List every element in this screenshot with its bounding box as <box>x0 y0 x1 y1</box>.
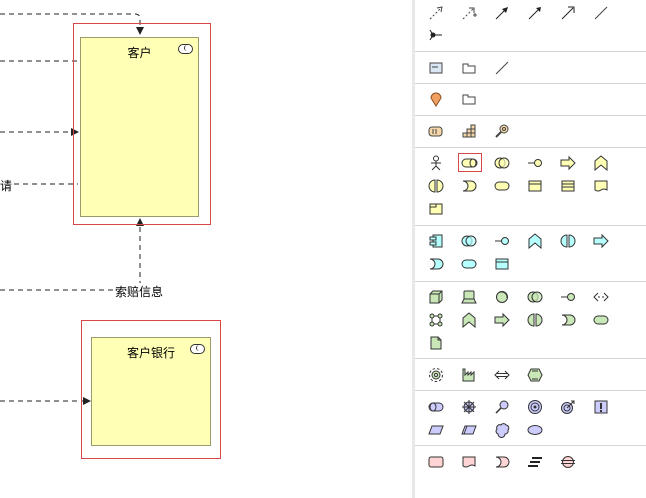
actor-role-icon <box>190 344 205 354</box>
business-service-icon[interactable] <box>491 176 513 196</box>
plateau-icon[interactable] <box>524 452 546 472</box>
contract-icon[interactable] <box>557 176 579 196</box>
relation-solid-arrow-icon[interactable] <box>491 3 513 23</box>
constraint-icon[interactable] <box>458 420 480 440</box>
resource-icon[interactable] <box>425 121 447 141</box>
customer-role-node[interactable]: 客户 <box>80 37 199 217</box>
facility-icon[interactable] <box>458 365 480 385</box>
application-event-icon[interactable] <box>425 254 447 274</box>
palette-divider <box>415 445 646 446</box>
equipment-icon[interactable] <box>425 365 447 385</box>
palette-divider <box>415 115 646 116</box>
technology-function-icon[interactable] <box>458 310 480 330</box>
actor-role-icon <box>178 44 193 54</box>
business-function-icon[interactable] <box>590 153 612 173</box>
relation-filled-arrow-icon[interactable] <box>524 3 546 23</box>
business-interface-icon[interactable] <box>524 153 546 173</box>
edge-label-claim-info: 索赔信息 <box>115 283 164 300</box>
palette-divider <box>415 225 646 226</box>
value-stream-search-icon[interactable] <box>491 121 513 141</box>
business-actor-icon[interactable] <box>425 153 447 173</box>
note-icon[interactable] <box>425 58 447 78</box>
deliverable-icon[interactable] <box>458 452 480 472</box>
application-component-icon[interactable] <box>425 231 447 251</box>
palette-divider <box>415 147 646 148</box>
meaning-icon[interactable] <box>491 420 513 440</box>
palette-divider <box>415 83 646 84</box>
application-interaction-icon[interactable] <box>557 231 579 251</box>
palette-divider <box>415 51 646 52</box>
node-icon[interactable] <box>425 287 447 307</box>
outcome-icon[interactable] <box>557 397 579 417</box>
diagram-canvas[interactable]: 客户 客户银行 请 索赔信息 <box>0 0 412 498</box>
technology-interaction-icon[interactable] <box>524 310 546 330</box>
stakeholder-icon[interactable] <box>425 397 447 417</box>
artifact-icon[interactable] <box>425 333 447 353</box>
application-service-icon[interactable] <box>458 254 480 274</box>
distribution-network-icon[interactable] <box>491 365 513 385</box>
path-icon[interactable] <box>590 287 612 307</box>
junction-icon[interactable] <box>425 25 447 45</box>
principle-icon[interactable] <box>590 397 612 417</box>
value-icon[interactable] <box>524 420 546 440</box>
material-icon[interactable] <box>524 365 546 385</box>
application-collaboration-icon[interactable] <box>458 231 480 251</box>
driver-icon[interactable] <box>458 397 480 417</box>
assessment-icon[interactable] <box>491 397 513 417</box>
group-icon[interactable] <box>458 58 480 78</box>
goal-icon[interactable] <box>524 397 546 417</box>
business-role-icon[interactable] <box>458 153 482 172</box>
business-collaboration-icon[interactable] <box>491 153 513 173</box>
edge-label-request: 请 <box>0 177 13 194</box>
representation-icon[interactable] <box>590 176 612 196</box>
technology-interface-icon[interactable] <box>557 287 579 307</box>
technology-collaboration-icon[interactable] <box>524 287 546 307</box>
system-software-icon[interactable] <box>491 287 513 307</box>
application-interface-icon[interactable] <box>491 231 513 251</box>
grouping-icon[interactable] <box>458 89 480 109</box>
connection-claim-info[interactable] <box>0 218 144 291</box>
communication-network-icon[interactable] <box>425 310 447 330</box>
product-icon[interactable] <box>425 199 447 219</box>
customer-bank-role-node[interactable]: 客户银行 <box>91 337 211 446</box>
application-function-icon[interactable] <box>524 231 546 251</box>
palette-divider <box>415 281 646 282</box>
capability-icon[interactable] <box>458 121 480 141</box>
implementation-event-icon[interactable] <box>491 452 513 472</box>
palette-divider <box>415 390 646 391</box>
data-object-icon[interactable] <box>491 254 513 274</box>
device-icon[interactable] <box>458 287 480 307</box>
relation-line-icon[interactable] <box>590 3 612 23</box>
technology-service-icon[interactable] <box>590 310 612 330</box>
element-palette <box>412 0 646 498</box>
requirement-icon[interactable] <box>425 420 447 440</box>
application-process-icon[interactable] <box>590 231 612 251</box>
work-package-icon[interactable] <box>425 452 447 472</box>
location-icon[interactable] <box>425 89 447 109</box>
business-interaction-icon[interactable] <box>425 176 447 196</box>
relation-dashed-arrow-icon[interactable] <box>425 3 447 23</box>
technology-event-icon[interactable] <box>557 310 579 330</box>
relation-open-arrow-icon[interactable] <box>557 3 579 23</box>
palette-divider <box>415 358 646 359</box>
gap-icon[interactable] <box>557 452 579 472</box>
business-event-icon[interactable] <box>458 176 480 196</box>
line-icon[interactable] <box>491 58 513 78</box>
technology-process-icon[interactable] <box>491 310 513 330</box>
business-object-icon[interactable] <box>524 176 546 196</box>
relation-dashed-plus-arrow-icon[interactable] <box>458 3 480 23</box>
business-process-icon[interactable] <box>557 153 579 173</box>
